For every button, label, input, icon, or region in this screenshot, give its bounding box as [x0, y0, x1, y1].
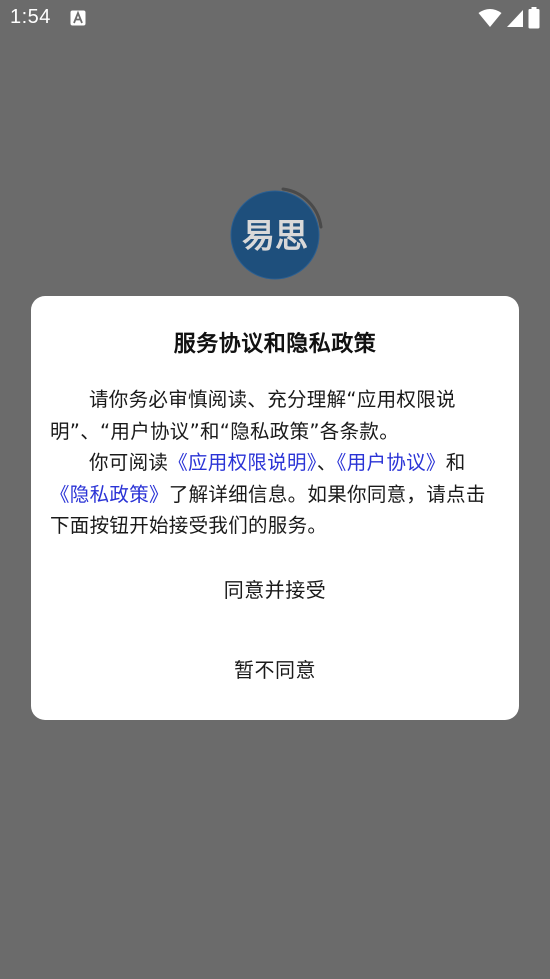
privacy-policy-link[interactable]: 《隐私政策》	[50, 483, 169, 506]
separator-2: 和	[445, 451, 466, 474]
decline-button[interactable]: 暂不同意	[31, 654, 519, 683]
status-bar: 1:54	[0, 0, 550, 38]
dialog-title: 服务协议和隐私政策	[173, 332, 377, 357]
status-time: 1:54	[10, 6, 51, 28]
dialog-paragraph-2: 你可阅读《应用权限说明》、《用户协议》和《隐私政策》了解详细信息。如果你同意，请…	[50, 447, 502, 542]
separator-1: 、	[316, 451, 337, 474]
paragraph-2-prefix: 你可阅读	[89, 451, 169, 474]
battery-icon	[528, 7, 540, 29]
wifi-icon	[478, 9, 502, 27]
signal-icon	[507, 10, 523, 27]
permissions-link[interactable]: 《应用权限说明》	[168, 451, 317, 474]
app-logo: 易思	[230, 187, 323, 280]
dialog-paragraph-1: 请你务必审慎阅读、充分理解“应用权限说明”、“用户协议”和“隐私政策”各条款。	[50, 388, 456, 443]
status-icons	[478, 6, 540, 30]
accept-button[interactable]: 同意并接受	[31, 574, 519, 603]
privacy-dialog: 服务协议和隐私政策 请你务必审慎阅读、充分理解“应用权限说明”、“用户协议”和“…	[31, 296, 519, 720]
user-agreement-link[interactable]: 《用户协议》	[337, 451, 446, 474]
dialog-body: 请你务必审慎阅读、充分理解“应用权限说明”、“用户协议”和“隐私政策”各条款。 …	[50, 384, 502, 542]
font-a-icon	[70, 10, 86, 26]
screen: 1:54 易思 服务协议和隐私政策 请你务必审慎阅读、充分理解“应用权限说明”、…	[0, 0, 550, 979]
app-logo-text: 易思	[242, 216, 308, 255]
